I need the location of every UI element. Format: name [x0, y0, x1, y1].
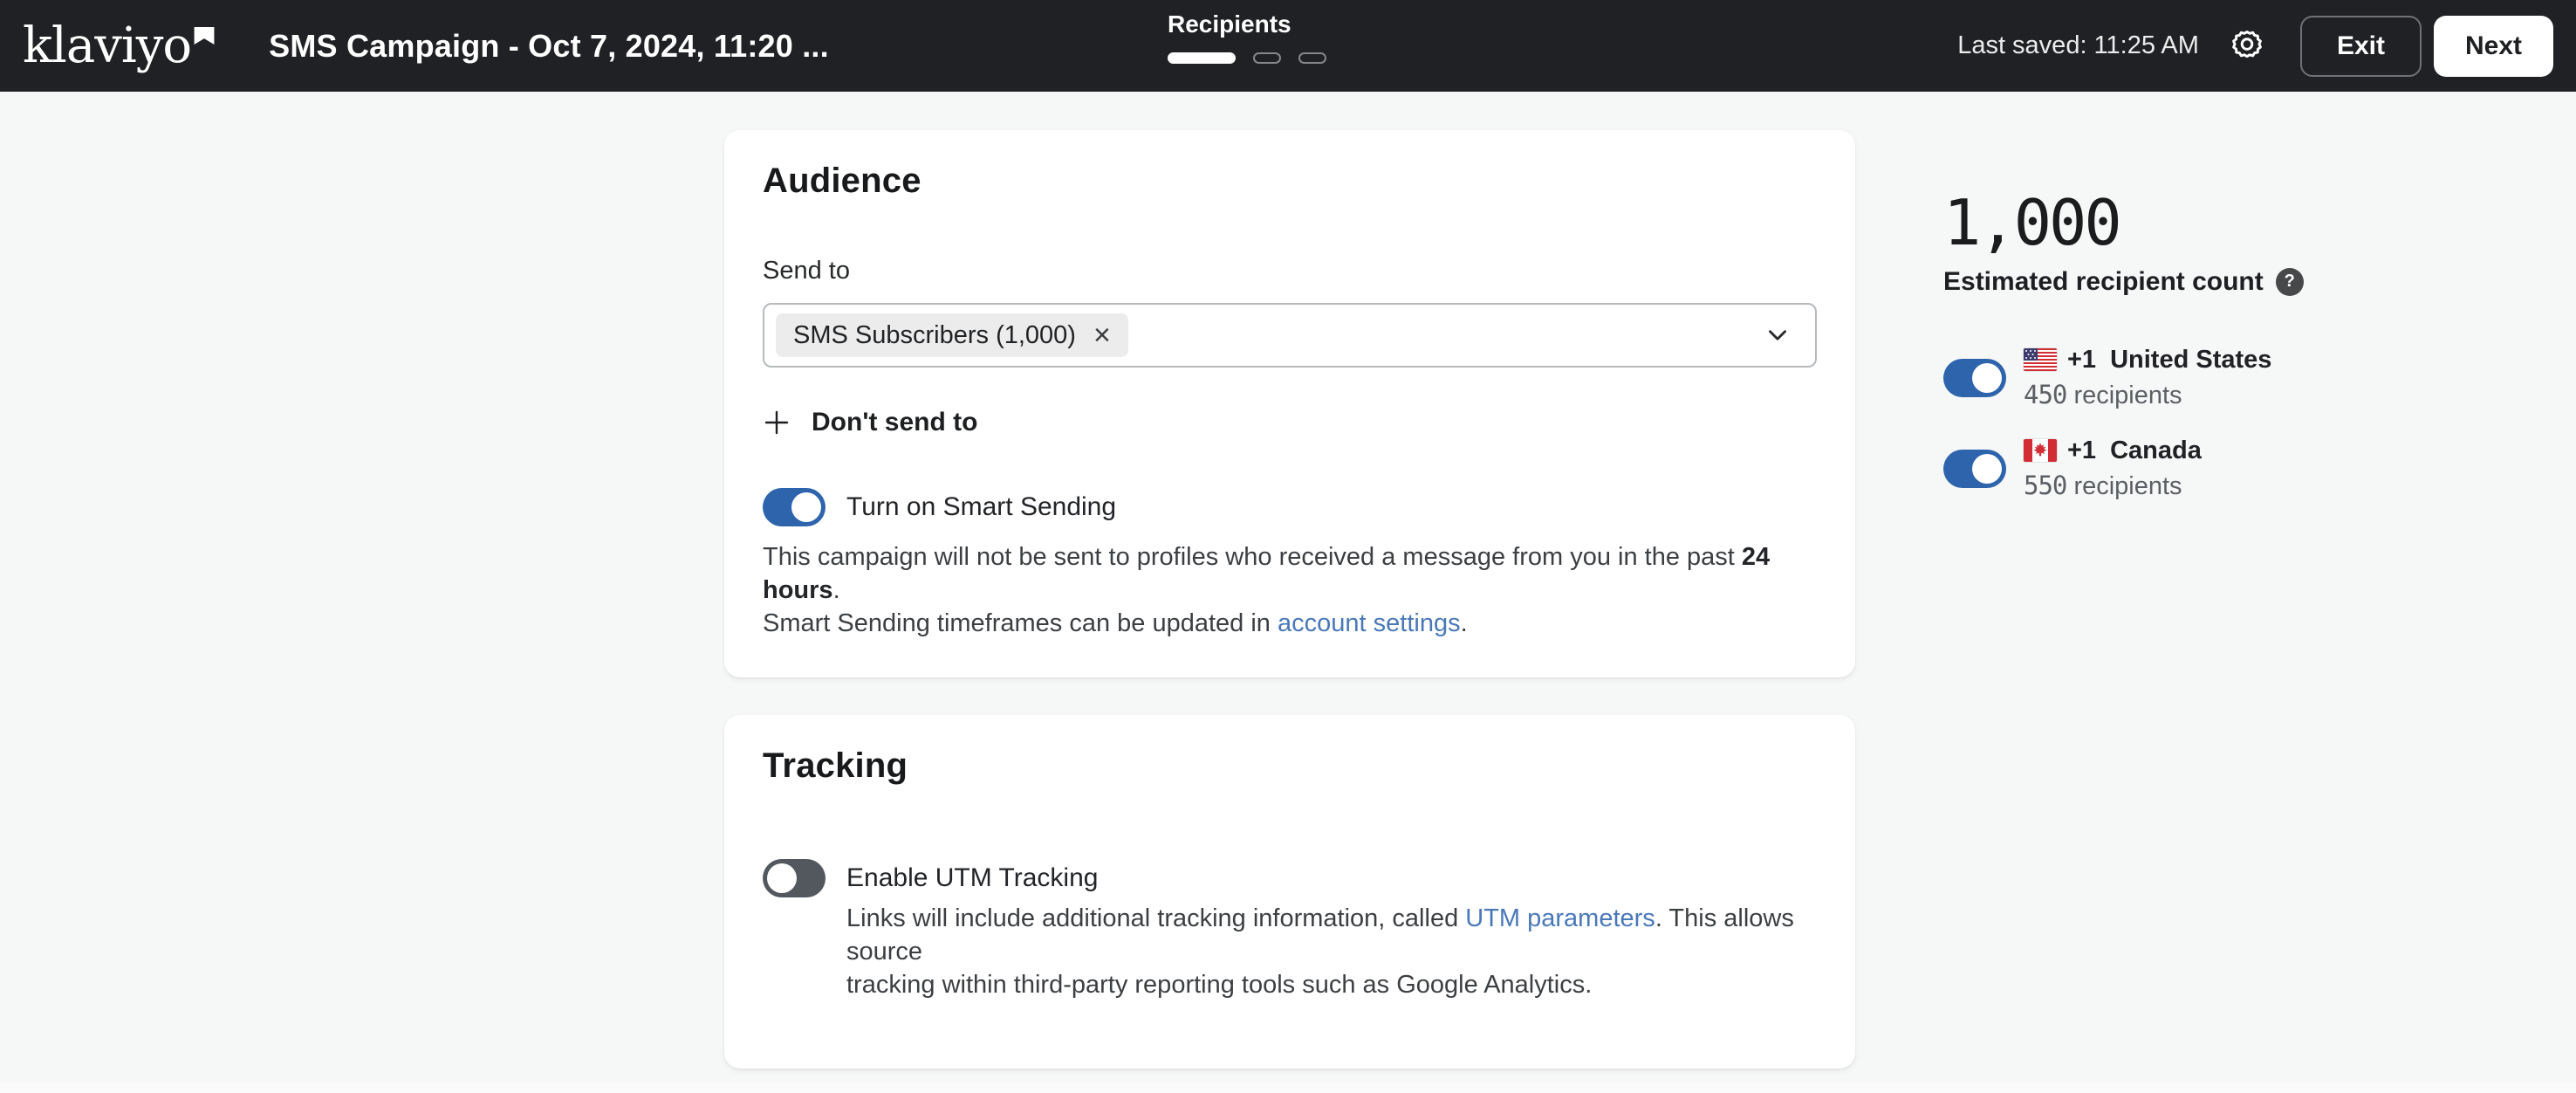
recipient-count-panel: 1,000 Estimated recipient count ?	[1943, 190, 2519, 501]
plus-icon	[763, 409, 791, 437]
utm-tracking-row: Enable UTM Tracking Links will include a…	[763, 859, 1817, 1001]
help-glyph: ?	[2285, 272, 2295, 292]
close-icon: ×	[1093, 319, 1111, 352]
audience-chip[interactable]: SMS Subscribers (1,000) ×	[776, 313, 1128, 357]
smart-sending-desc-dot: .	[833, 576, 840, 604]
country-name: Canada	[2110, 437, 2202, 465]
country-name: United States	[2110, 346, 2271, 375]
settings-button[interactable]	[2229, 28, 2265, 65]
country-code: +1	[2067, 437, 2096, 465]
recipient-word: recipients	[2066, 472, 2182, 500]
klaviyo-logo[interactable]: klaviyo	[23, 22, 215, 71]
canada-flag-icon	[2024, 439, 2057, 462]
estimated-recipient-count-value: 1,000	[1943, 190, 2519, 257]
toggle-knob	[1972, 454, 2002, 484]
page-bottom-strip	[0, 1083, 2576, 1093]
chip-remove-button[interactable]: ×	[1093, 320, 1111, 350]
account-settings-link[interactable]: account settings	[1278, 609, 1461, 637]
recipient-number: 550	[2024, 471, 2066, 500]
smart-sending-description: This campaign will not be sent to profil…	[763, 540, 1817, 640]
tracking-card: Tracking Enable UTM Tracking Links will …	[724, 715, 1855, 1069]
klaviyo-wordmark: klaviyo	[23, 22, 191, 71]
country-code: +1	[2067, 346, 2096, 375]
last-saved-text: Last saved: 11:25 AM	[1957, 31, 2199, 60]
utm-parameters-link[interactable]: UTM parameters	[1465, 904, 1655, 932]
audience-heading: Audience	[763, 162, 1817, 201]
step-pill-2[interactable]	[1253, 52, 1281, 64]
topbar: klaviyo SMS Campaign - Oct 7, 2024, 11:2…	[0, 0, 2576, 92]
utm-desc-text: Links will include additional tracking i…	[846, 904, 1465, 932]
smart-sending-label: Turn on Smart Sending	[846, 492, 1116, 522]
step-pill-3[interactable]	[1298, 52, 1326, 64]
gear-icon	[2229, 28, 2265, 65]
next-button[interactable]: Next	[2434, 16, 2553, 77]
wizard-steps: Recipients	[1168, 10, 1326, 64]
wizard-step-pills	[1168, 52, 1326, 64]
tracking-heading: Tracking	[763, 746, 1817, 786]
dont-send-to-button[interactable]: Don't send to	[763, 408, 977, 437]
dont-send-to-label: Don't send to	[812, 408, 977, 437]
toggle-knob	[1972, 363, 2002, 393]
campaign-title: SMS Campaign - Oct 7, 2024, 11:20 ...	[269, 28, 829, 65]
klaviyo-flag-icon	[194, 27, 215, 45]
country-recipient-count: 550 recipients	[2024, 471, 2202, 501]
canada-toggle[interactable]	[1943, 450, 2006, 488]
audience-card: Audience Send to SMS Subscribers (1,000)…	[724, 130, 1855, 677]
send-to-label: Send to	[763, 257, 1817, 285]
united-states-toggle[interactable]	[1943, 359, 2006, 397]
smart-sending-desc-line2: Smart Sending timeframes can be updated …	[763, 609, 1278, 637]
toggle-knob	[791, 492, 821, 522]
smart-sending-row: Turn on Smart Sending	[763, 488, 1817, 526]
recipient-number: 450	[2024, 380, 2066, 409]
smart-sending-toggle[interactable]	[763, 488, 826, 526]
us-flag-icon	[2024, 348, 2057, 371]
help-icon[interactable]: ?	[2276, 268, 2304, 296]
smart-sending-desc-text: This campaign will not be sent to profil…	[763, 543, 1742, 571]
toggle-knob	[767, 863, 797, 893]
country-recipient-count: 450 recipients	[2024, 380, 2271, 410]
country-row-canada: +1 Canada 550 recipients	[1943, 437, 2519, 501]
smart-sending-desc-end: .	[1461, 609, 1468, 637]
exit-button[interactable]: Exit	[2300, 16, 2422, 77]
audience-chip-label: SMS Subscribers (1,000)	[793, 321, 1076, 350]
utm-desc-text-3: tracking within third-party reporting to…	[846, 971, 1592, 999]
utm-tracking-description: Links will include additional tracking i…	[846, 902, 1817, 1001]
estimated-recipient-count-label: Estimated recipient count	[1943, 267, 2264, 297]
step-pill-recipients[interactable]	[1168, 52, 1236, 64]
utm-tracking-toggle[interactable]	[763, 859, 826, 897]
recipient-word: recipients	[2066, 382, 2182, 409]
wizard-step-label: Recipients	[1168, 10, 1326, 38]
send-to-select[interactable]: SMS Subscribers (1,000) ×	[763, 303, 1817, 368]
chevron-down-icon	[1763, 320, 1792, 350]
country-row-united-states: +1 United States 450 recipients	[1943, 346, 2519, 410]
utm-tracking-label: Enable UTM Tracking	[846, 863, 1817, 893]
